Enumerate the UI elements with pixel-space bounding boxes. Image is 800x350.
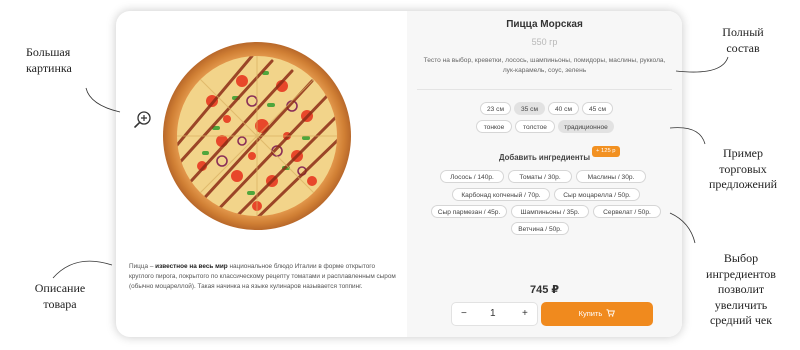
annotation-line: Выбор [723, 251, 759, 265]
annotation-line: Большая [26, 45, 71, 59]
annotation-offers: Пример торговых предложений [693, 146, 793, 193]
annotation-full-composition: Полный состав [708, 25, 778, 56]
annotation-arrows [52, 56, 729, 279]
annotation-line: картинка [26, 60, 72, 75]
annotation-line: ингредиентов [706, 266, 776, 281]
annotation-line: предложений [708, 177, 778, 192]
annotation-description: Описание товара [20, 281, 100, 312]
annotation-ingredients: Выбор ингредиентов позволит увеличить ср… [688, 251, 794, 329]
annotation-line: Полный [722, 25, 764, 39]
annotation-line: средний чек [709, 313, 773, 328]
annotation-line: позволит [717, 282, 765, 297]
annotation-line: торговых [719, 161, 767, 176]
annotation-line: Описание [34, 281, 86, 295]
annotation-line: товара [43, 296, 77, 311]
annotation-line: Пример [722, 146, 763, 160]
annotation-line: состав [726, 40, 760, 55]
annotation-big-picture: Большая картинка [26, 45, 72, 76]
annotation-line: увеличить [714, 297, 768, 312]
